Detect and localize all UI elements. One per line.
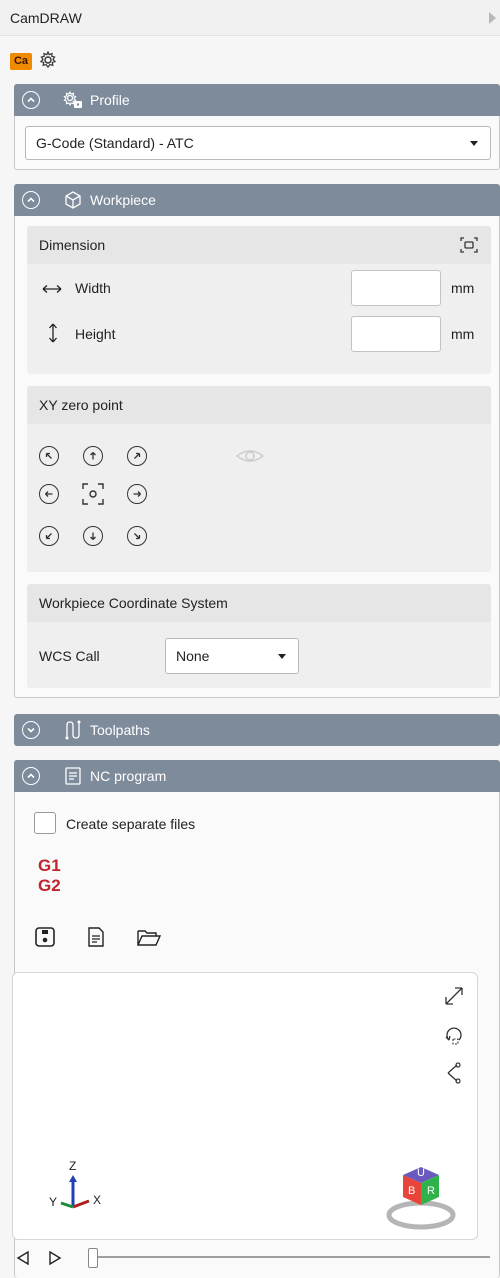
xy-zero-group: XY zero point <box>27 386 491 572</box>
workpiece-panel-header[interactable]: Workpiece <box>14 184 500 216</box>
wcs-title: Workpiece Coordinate System <box>39 595 228 611</box>
dimension-title: Dimension <box>39 237 106 253</box>
cube-icon <box>62 190 84 210</box>
cube-face-left: B <box>408 1185 416 1197</box>
window-title: CamDRAW <box>10 9 82 26</box>
nc-preview-viewport[interactable]: Z Y X U B R <box>12 972 478 1240</box>
play-icon[interactable] <box>48 1250 62 1269</box>
zero-top-right-button[interactable] <box>127 446 147 466</box>
xy-zero-group-header: XY zero point <box>27 386 491 424</box>
zero-right-button[interactable] <box>127 484 147 504</box>
cube-face-top: U <box>417 1167 425 1179</box>
width-unit: mm <box>451 280 475 296</box>
gcode-line-2: G2 <box>38 876 61 895</box>
fit-frame-icon[interactable] <box>459 236 479 257</box>
workpiece-panel-body: Dimension Width mm Height mm XY zero poi… <box>14 216 500 698</box>
profile-panel-body: G-Code (Standard) - ATC <box>14 116 500 170</box>
zero-top-button[interactable] <box>83 446 103 466</box>
axis-z-label: Z <box>69 1159 77 1173</box>
nc-program-panel-header[interactable]: NC program <box>14 760 500 792</box>
zero-left-button[interactable] <box>39 484 59 504</box>
cube-face-right: R <box>427 1185 435 1197</box>
zero-bottom-left-button[interactable] <box>39 526 59 546</box>
document-icon <box>62 766 84 786</box>
toolpaths-panel-title: Toolpaths <box>90 722 150 738</box>
playback-bar <box>16 1244 490 1272</box>
height-unit: mm <box>451 326 475 342</box>
chevron-down-icon[interactable] <box>22 721 40 739</box>
rotate-view-icon[interactable] <box>443 1025 465 1050</box>
zero-bottom-right-button[interactable] <box>127 526 147 546</box>
wcs-group-header: Workpiece Coordinate System <box>27 584 491 622</box>
axis-x-label: X <box>93 1193 102 1207</box>
nc-program-panel-title: NC program <box>90 768 167 784</box>
dropdown-caret-icon <box>470 141 478 146</box>
xy-zero-title: XY zero point <box>39 397 123 413</box>
save-icon[interactable] <box>34 926 56 951</box>
axis-gizmo: Z Y X <box>33 1159 113 1223</box>
wcs-group: Workpiece Coordinate System WCS Call Non… <box>27 584 491 688</box>
profile-settings-icon <box>62 90 84 110</box>
width-label: Width <box>75 280 111 296</box>
dimension-group-header: Dimension <box>27 226 491 264</box>
wcs-call-select[interactable]: None <box>165 638 299 674</box>
height-label: Height <box>75 326 116 342</box>
width-arrow-icon <box>41 282 63 298</box>
collapse-panel-icon[interactable] <box>489 12 496 24</box>
toolpath-icon <box>62 720 84 740</box>
chevron-up-icon[interactable] <box>22 191 40 209</box>
separate-files-label: Create separate files <box>66 816 196 832</box>
zero-bottom-button[interactable] <box>83 526 103 546</box>
profile-panel-title: Profile <box>90 92 130 108</box>
step-back-icon[interactable] <box>16 1250 30 1269</box>
separate-files-checkbox[interactable] <box>34 812 56 834</box>
zero-center-button[interactable] <box>81 482 105 509</box>
file-text-icon[interactable] <box>86 926 106 951</box>
timeline-slider-thumb[interactable] <box>88 1248 98 1268</box>
height-input[interactable] <box>351 316 441 352</box>
height-arrow-icon <box>47 322 59 347</box>
workpiece-panel-title: Workpiece <box>90 192 156 208</box>
expand-icon[interactable] <box>443 985 465 1010</box>
toolbar: Ca <box>10 50 58 72</box>
view-cube[interactable]: U B R <box>381 1153 461 1233</box>
wcs-call-value: None <box>176 648 210 664</box>
profile-select[interactable]: G-Code (Standard) - ATC <box>25 126 491 160</box>
window-titlebar: CamDRAW <box>0 0 500 36</box>
camdraw-logo: Ca <box>10 52 32 70</box>
toolpaths-panel-header[interactable]: Toolpaths <box>14 714 500 746</box>
axis-y-label: Y <box>49 1195 58 1209</box>
dimension-group: Dimension Width mm Height mm <box>27 226 491 374</box>
gcode-line-1: G1 <box>38 856 61 875</box>
folder-open-icon[interactable] <box>136 928 162 951</box>
settings-gear-icon[interactable] <box>38 50 58 73</box>
wcs-call-label: WCS Call <box>39 648 100 664</box>
toolpath-nodes-icon[interactable] <box>443 1061 465 1088</box>
dropdown-caret-icon <box>278 654 286 659</box>
width-input[interactable] <box>351 270 441 306</box>
profile-panel-header[interactable]: Profile <box>14 84 500 116</box>
timeline-track[interactable] <box>98 1256 490 1258</box>
zero-top-left-button[interactable] <box>39 446 59 466</box>
eye-visibility-icon[interactable] <box>235 446 265 469</box>
profile-select-value: G-Code (Standard) - ATC <box>36 135 194 151</box>
chevron-up-icon[interactable] <box>22 767 40 785</box>
chevron-up-icon[interactable] <box>22 91 40 109</box>
